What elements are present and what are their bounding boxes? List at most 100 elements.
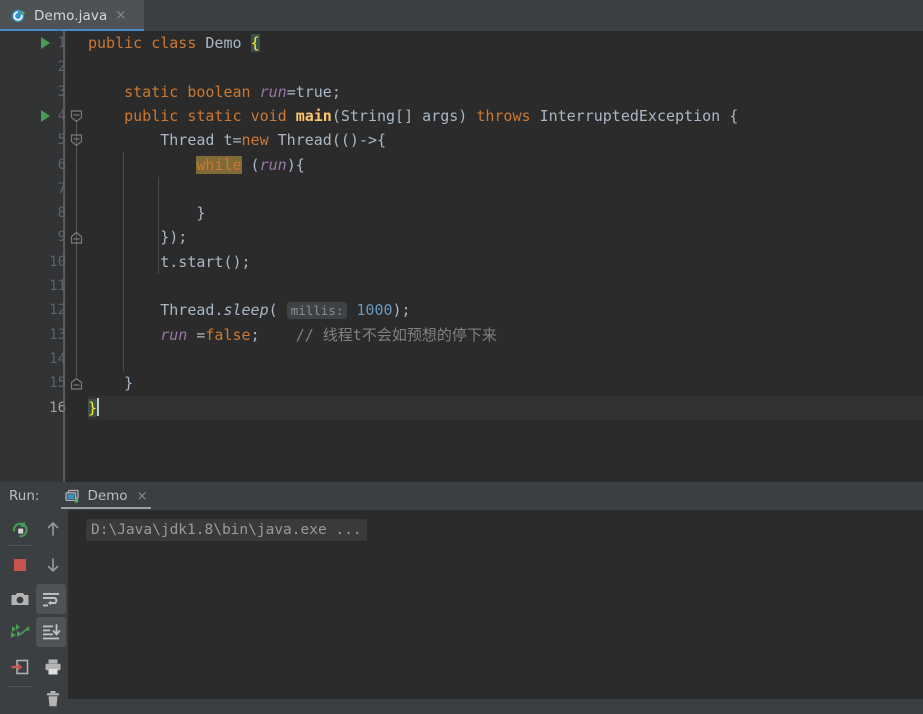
line-number-6: 6 <box>57 156 66 173</box>
down-arrow-button[interactable] <box>38 550 68 580</box>
token-keyword: class <box>151 34 197 52</box>
close-icon[interactable]: × <box>115 9 126 22</box>
token-number: 1000 <box>356 301 393 320</box>
editor-gutter[interactable]: 1 2 3 4 5 6 7 8 9 10 11 12 13 14 15 16 <box>0 31 66 482</box>
token-field: run <box>160 325 188 344</box>
up-arrow-button[interactable] <box>38 514 68 544</box>
run-tab-label: Demo <box>87 488 128 504</box>
token-plain: } <box>196 204 206 223</box>
token-static-method: sleep <box>223 301 269 320</box>
token-class-name: Demo <box>205 34 242 52</box>
token-plain: { <box>729 106 739 125</box>
thread-dump-button[interactable] <box>5 617 35 647</box>
token-plain: ; <box>250 325 260 344</box>
run-configuration-icon <box>65 489 80 504</box>
run-gutter-icon-line-4[interactable] <box>41 109 50 122</box>
screenshot-button[interactable] <box>5 584 35 614</box>
export-button[interactable] <box>5 652 35 682</box>
code-line-6: while (run){ <box>88 153 305 177</box>
token-keyword-highlighted: while <box>196 155 242 174</box>
run-tab-active-underline <box>61 506 152 509</box>
code-line-5: Thread t=new Thread(()->{ <box>88 128 386 152</box>
line-number-2: 2 <box>57 59 66 76</box>
gutter-edge-line <box>63 31 65 482</box>
code-line-1: public class Demo { <box>88 31 260 55</box>
token-keyword: void <box>250 106 287 125</box>
parameter-hint: millis: <box>286 302 348 320</box>
fold-marker-line-15[interactable] <box>70 377 83 390</box>
editor-tab-label: Demo.java <box>34 7 108 24</box>
toolbar-separator <box>7 686 33 687</box>
console-output-line[interactable]: D:\Java\jdk1.8\bin\java.exe ... <box>86 519 367 541</box>
line-number-15: 15 <box>49 375 66 392</box>
code-line-9: }); <box>88 225 187 249</box>
token-keyword: boolean <box>187 82 251 101</box>
stop-button[interactable] <box>5 550 35 580</box>
token-plain: = <box>187 325 206 344</box>
scroll-to-end-button[interactable] <box>36 617 66 647</box>
token-keyword: new <box>241 131 269 150</box>
editor-tab-bar: Demo.java × <box>0 0 923 32</box>
token-plain: ( <box>241 155 260 174</box>
token-keyword: false <box>205 325 251 344</box>
line-number-12: 12 <box>49 302 66 319</box>
code-line-16: } <box>88 396 99 420</box>
token-plain: Thread. <box>160 301 224 320</box>
line-number-16: 16 <box>49 399 66 416</box>
token-brace-match: } <box>88 398 98 417</box>
token-keyword: public <box>124 106 179 125</box>
run-gutter-icon-line-1[interactable] <box>41 37 50 49</box>
run-tab-demo[interactable]: Demo × <box>61 482 152 510</box>
print-button[interactable] <box>38 652 68 682</box>
toolbar-separator <box>7 545 33 546</box>
token-plain: }); <box>160 228 188 247</box>
token-plain: } <box>124 374 134 393</box>
token-field: run <box>259 155 287 174</box>
code-folding-column[interactable] <box>66 31 88 482</box>
fold-marker-line-5[interactable] <box>70 134 83 147</box>
token-comment: // 线程t不会如预想的停下来 <box>295 325 497 344</box>
token-plain: ){ <box>286 155 305 174</box>
token-plain: ); <box>392 301 411 320</box>
fold-marker-line-4[interactable] <box>70 110 83 123</box>
line-number-13: 13 <box>49 326 66 343</box>
token-plain: Thread(()->{ <box>268 131 387 150</box>
token-keyword: static <box>124 82 179 101</box>
run-tool-window-header: Run: Demo × <box>0 482 923 510</box>
rerun-button[interactable] <box>5 514 35 544</box>
line-number-8: 8 <box>57 205 66 222</box>
line-number-14: 14 <box>49 350 66 367</box>
java-runnable-class-icon <box>11 8 27 24</box>
code-line-12: Thread.sleep( millis: 1000); <box>88 298 411 323</box>
token-plain: Thread t= <box>160 131 242 150</box>
run-tool-window: Run: Demo × D:\Java\jdk1.8\bin\java.exe … <box>0 482 923 707</box>
line-number-7: 7 <box>57 180 66 197</box>
run-toolbar[interactable] <box>0 510 68 707</box>
run-window-title: Run: <box>9 488 40 504</box>
token-plain: (String[] args) <box>331 106 468 125</box>
token-keyword: static <box>187 106 242 125</box>
console-output-area[interactable]: D:\Java\jdk1.8\bin\java.exe ... <box>68 510 923 699</box>
token-brace-match: { <box>250 34 260 52</box>
close-icon[interactable]: × <box>137 490 148 503</box>
intellij-idea-window: Demo.java × 1 2 3 4 5 6 7 8 9 10 11 12 13 14 15 16 publ… <box>0 0 923 707</box>
token-plain: ( <box>268 301 278 320</box>
editor-tab-demo-java[interactable]: Demo.java × <box>0 0 144 31</box>
code-line-4: public static void main(String[] args) t… <box>88 104 738 128</box>
line-number-10: 10 <box>49 253 66 270</box>
code-line-10: t.start(); <box>88 250 251 274</box>
code-editor[interactable]: 1 2 3 4 5 6 7 8 9 10 11 12 13 14 15 16 public class Dem… <box>0 31 923 482</box>
clear-all-button[interactable] <box>38 684 68 714</box>
line-number-3: 3 <box>57 83 66 100</box>
text-caret <box>97 397 99 416</box>
fold-region-line <box>76 119 77 378</box>
token-plain: t.start(); <box>160 252 251 271</box>
code-line-13: run =false; // 线程t不会如预想的停下来 <box>88 323 497 347</box>
fold-marker-line-9[interactable] <box>70 231 83 244</box>
console-left-edge <box>68 510 69 699</box>
code-text-area[interactable]: public class Demo { static boolean run=t… <box>88 31 923 482</box>
code-line-3: static boolean run=true; <box>88 80 341 104</box>
soft-wrap-button[interactable] <box>36 584 66 614</box>
line-number-5: 5 <box>57 132 66 149</box>
line-number-9: 9 <box>57 229 66 246</box>
